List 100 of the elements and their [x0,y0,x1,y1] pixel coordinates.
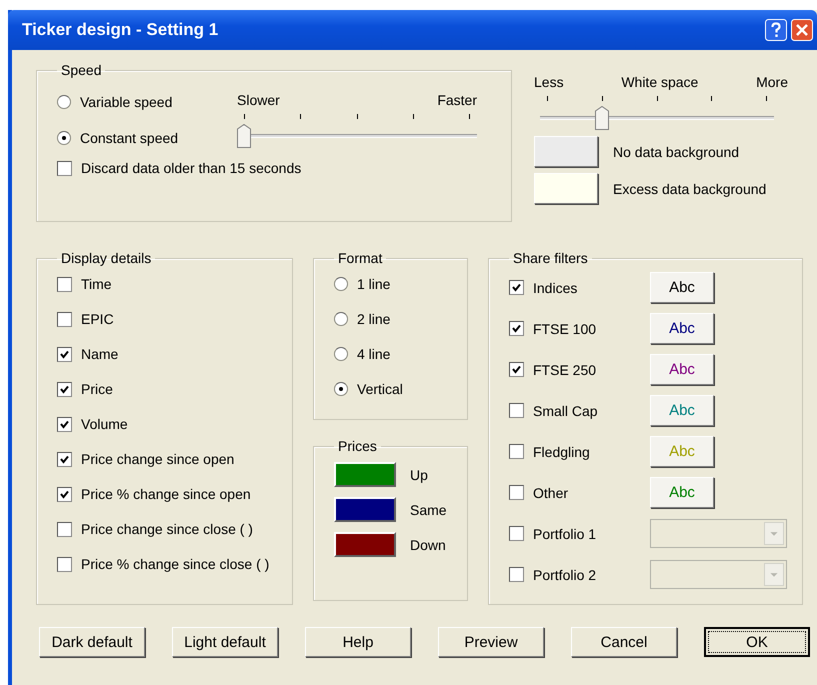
checkbox-label: FTSE 100 [533,320,596,336]
swatch-label: Excess data background [613,180,766,196]
checkmark-icon [60,384,69,394]
tick-mark [766,96,767,101]
checkbox[interactable] [57,416,72,432]
checkbox[interactable] [509,567,524,582]
radio-label: 1 line [357,276,390,292]
tick-mark [602,96,603,101]
slider-thumb[interactable] [237,124,251,148]
swatch-label: Down [410,536,446,552]
slider-label: Faster [437,92,477,108]
checkbox[interactable] [509,362,524,377]
radio-label: Variable speed [80,94,172,110]
checkbox-label: Price % change since open [81,486,251,502]
checkbox[interactable] [57,312,72,326]
checkbox[interactable] [57,522,72,536]
swatch-label: Up [410,466,428,482]
dialog-button[interactable]: Cancel [571,627,677,657]
checkmark-icon [512,283,521,292]
checkbox-label: Price change since close ( ) [81,521,253,537]
color-swatch[interactable] [334,532,396,557]
checkmark-icon [60,454,69,464]
radio-button[interactable] [334,277,348,291]
close-icon[interactable] [791,19,813,41]
checkbox-label: Discard data older than 15 seconds [81,160,302,176]
radio-label: Vertical [357,381,403,397]
swatch-label: Same [410,502,447,518]
radio-label: 4 line [357,346,390,362]
checkbox-label: Portfolio 1 [533,526,596,542]
radio-label: Constant speed [80,130,178,146]
checkbox[interactable] [509,526,524,541]
checkbox-label: Time [81,276,112,292]
radio-button[interactable] [334,347,348,361]
checkbox[interactable] [57,382,72,396]
tick-mark [412,114,414,119]
dialog-button[interactable]: Preview [438,627,544,657]
dialog-button[interactable]: Light default [172,627,278,657]
group-title: Prices [337,438,378,454]
dialog-button[interactable]: Help [305,627,411,657]
tick-mark [356,114,358,119]
checkbox-label: Price change since open [81,451,234,467]
checkbox[interactable] [57,452,72,466]
help-icon[interactable] [765,19,787,41]
style-sample-button[interactable]: Abc [650,395,714,426]
group-title: Format [337,250,384,266]
group-title: Display details [60,250,152,266]
dialog-button[interactable]: OK [704,627,810,657]
tick-mark [711,96,712,101]
checkmark-icon [60,490,69,498]
checkbox[interactable] [57,276,72,292]
group-title: Share filters [512,250,589,266]
checkbox-label: EPIC [81,311,114,327]
checkbox[interactable] [57,486,72,502]
checkbox[interactable] [57,160,72,176]
checkbox[interactable] [509,321,524,336]
style-sample-button[interactable]: Abc [650,477,714,508]
slider-label: White space [621,74,698,90]
checkmark-icon [60,420,69,428]
radio-button[interactable] [334,312,348,326]
style-sample-button[interactable]: Abc [650,272,714,303]
radio-label: 2 line [357,311,390,327]
color-swatch[interactable] [534,173,598,204]
checkbox[interactable] [57,556,72,572]
slider-track[interactable] [540,106,774,130]
checkbox-label: Price % change since close ( ) [81,556,270,572]
slider-track[interactable] [237,124,477,148]
swatch-label: No data background [613,144,740,160]
checkbox[interactable] [509,444,524,459]
checkmark-icon [60,350,69,358]
group-title: Speed [60,62,102,78]
style-sample-button[interactable]: Abc [650,313,714,344]
checkmark-icon [512,324,521,333]
checkbox-label: Portfolio 2 [533,566,596,582]
color-swatch[interactable] [334,462,396,487]
radio-button[interactable] [57,95,71,109]
checkbox[interactable] [57,346,72,362]
slider-label: Slower [237,92,280,108]
dialog-button[interactable]: Dark default [39,627,145,657]
window-title: Ticker design - Setting 1 [22,20,220,40]
checkbox-label: Other [533,484,568,500]
tick-mark [469,114,470,119]
checkbox-label: Name [81,346,118,362]
radio-button[interactable] [57,131,71,145]
checkbox-label: FTSE 250 [533,362,596,378]
checkbox-label: Volume [81,416,128,432]
checkbox-label: Indices [533,280,578,296]
slider-thumb[interactable] [595,106,609,130]
color-swatch[interactable] [334,497,396,522]
tick-mark [244,114,245,119]
radio-button[interactable] [334,382,348,396]
checkmark-icon [512,365,521,374]
checkbox[interactable] [509,403,524,418]
slider-label: Less [534,74,564,90]
color-swatch[interactable] [534,136,598,167]
checkbox-label: Small Cap [533,402,598,418]
tick-mark [300,114,302,119]
checkbox[interactable] [509,280,524,295]
style-sample-button[interactable]: Abc [650,354,714,385]
checkbox[interactable] [509,485,524,500]
slider-label: More [756,74,788,90]
